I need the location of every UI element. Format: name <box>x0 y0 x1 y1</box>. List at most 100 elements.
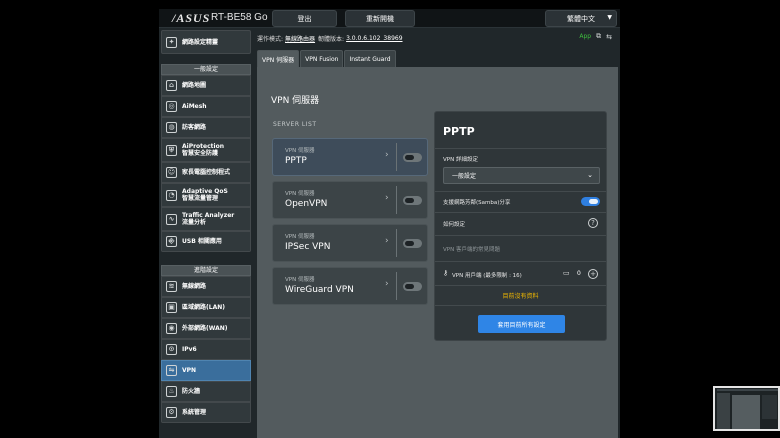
chart-icon: ∿ <box>166 213 177 225</box>
divider <box>435 148 606 149</box>
language-select[interactable]: 繁體中文 ▼ <box>545 10 617 27</box>
sidebar-item-traffic-analyzer[interactable]: ∿ Traffic Analyzer 流量分析 <box>161 207 251 231</box>
sidebar-item-label: 訪客網路 <box>182 124 207 131</box>
page-title: VPN 伺服器 <box>271 96 320 106</box>
sidebar-item-guest-network[interactable]: ◍ 訪客網路 <box>161 117 251 138</box>
sidebar: ✦ 網路設定精靈 一般設定 ⌂ 網路地圖 ◎ AiMesh ◍ 訪客網路 ⛨ A… <box>161 30 251 423</box>
sidebar-item-label: 外部網路(WAN) <box>182 325 228 332</box>
server-card-name: OpenVPN <box>285 199 328 209</box>
divider <box>435 285 606 286</box>
tab-vpn-fusion[interactable]: VPN Fusion <box>300 50 344 67</box>
server-card-ipsec[interactable]: VPN 伺服器 IPSec VPN › <box>272 224 428 262</box>
app-link[interactable]: App <box>579 33 591 40</box>
family-icon: ☺ <box>166 167 177 178</box>
wifi-icon: ≋ <box>166 281 177 292</box>
sidebar-item-wan[interactable]: ◉ 外部網路(WAN) <box>161 318 251 339</box>
samba-label: 支援網路芳鄰(Samba)分享 <box>443 200 511 206</box>
server-card-caption: VPN 伺服器 <box>285 277 315 283</box>
divider <box>435 305 606 306</box>
sidebar-item-lan[interactable]: ▣ 區域網路(LAN) <box>161 297 251 318</box>
sidebar-item-label: 網路設定精靈 <box>182 38 219 46</box>
mode-link[interactable]: 無線路由器 <box>285 34 315 43</box>
sidebar-item-aiprotection[interactable]: ⛨ AiProtection 智慧安全防護 <box>161 138 251 162</box>
server-card-openvpn[interactable]: VPN 伺服器 OpenVPN › <box>272 181 428 219</box>
chevron-down-icon: ▼ <box>607 14 612 21</box>
openvpn-toggle[interactable] <box>403 196 422 205</box>
screenshot-thumbnail[interactable] <box>713 386 780 431</box>
thumbnail-panel <box>762 395 777 419</box>
pptp-toggle[interactable] <box>403 153 422 162</box>
divider <box>396 272 397 300</box>
sidebar-item-usb[interactable]: ⎆ USB 相關應用 <box>161 231 251 252</box>
usb-status-icon[interactable]: ⇆ <box>606 33 612 41</box>
sidebar-item-label: 無線網路 <box>182 283 207 290</box>
logout-button[interactable]: 登出 <box>272 10 337 27</box>
ipsec-toggle[interactable] <box>403 239 422 248</box>
sidebar-item-firewall[interactable]: ♨ 防火牆 <box>161 381 251 402</box>
sidebar-item-parental-control[interactable]: ☺ 家長電腦控制程式 <box>161 162 251 183</box>
vpn-icon: ⇋ <box>166 365 177 376</box>
main-content: VPN 伺服器 SERVER LIST VPN 伺服器 PPTP › VPN 伺… <box>257 67 618 438</box>
server-card-name: WireGuard VPN <box>285 285 354 295</box>
server-card-pptp[interactable]: VPN 伺服器 PPTP › <box>272 138 428 176</box>
chevron-right-icon: › <box>385 279 389 289</box>
sidebar-item-wireless[interactable]: ≋ 無線網路 <box>161 276 251 297</box>
key-icon: ⚷ <box>443 269 449 277</box>
firewall-icon: ♨ <box>166 386 177 397</box>
thumbnail-topbar <box>717 389 778 391</box>
server-card-wireguard[interactable]: VPN 伺服器 WireGuard VPN › <box>272 267 428 305</box>
client-faq-link[interactable]: VPN 客戶端的常見問題 <box>443 245 500 253</box>
top-bar: /ASUS RT-BE58 Go 登出 重新開機 繁體中文 ▼ <box>159 9 620 28</box>
vpn-detail-select[interactable]: 一般設定 ⌄ <box>443 167 600 184</box>
pptp-settings-panel: PPTP VPN 詳細設定 一般設定 ⌄ 支援網路芳鄰(Samba)分享 如何設… <box>434 111 607 341</box>
server-card-caption: VPN 伺服器 <box>285 191 315 197</box>
tab-instant-guard[interactable]: Instant Guard <box>344 50 396 67</box>
sidebar-item-aimesh[interactable]: ◎ AiMesh <box>161 96 251 117</box>
sidebar-item-label: Adaptive QoS 智慧流量管理 <box>182 188 228 202</box>
sidebar-item-adaptive-qos[interactable]: ◔ Adaptive QoS 智慧流量管理 <box>161 183 251 207</box>
mesh-icon: ◎ <box>166 101 177 112</box>
copy-icon[interactable]: ⧉ <box>596 32 601 41</box>
server-card-name: IPSec VPN <box>285 242 331 252</box>
sidebar-item-ipv6[interactable]: ⊙ IPv6 <box>161 339 251 360</box>
thumbnail-sidebar <box>717 393 730 429</box>
lan-icon: ▣ <box>166 302 177 313</box>
chevron-right-icon: › <box>385 236 389 246</box>
divider <box>435 261 606 262</box>
general-settings-group: 一般設定 ⌂ 網路地圖 ◎ AiMesh ◍ 訪客網路 ⛨ AiProtecti… <box>161 60 251 252</box>
tab-bar: VPN 伺服器 VPN Fusion Instant Guard <box>257 50 396 67</box>
sidebar-item-label: AiProtection 智慧安全防護 <box>182 143 224 157</box>
sidebar-item-vpn[interactable]: ⇋ VPN <box>161 360 251 381</box>
apply-all-settings-button[interactable]: 套用目前所有設定 <box>478 315 565 333</box>
divider <box>435 235 606 236</box>
firmware-label: 韌體版本: <box>318 35 345 43</box>
samba-toggle[interactable] <box>581 197 600 206</box>
model-name: RT-BE58 Go <box>211 12 268 23</box>
globe-icon: ◍ <box>166 122 177 133</box>
reboot-button[interactable]: 重新開機 <box>345 10 415 27</box>
divider <box>396 143 397 171</box>
sidebar-item-label: 家長電腦控制程式 <box>182 169 231 176</box>
add-user-button[interactable]: + <box>588 269 598 279</box>
sidebar-item-label: USB 相關應用 <box>182 238 222 245</box>
wireguard-toggle[interactable] <box>403 282 422 291</box>
panel-title: PPTP <box>443 125 475 138</box>
help-icon[interactable]: ? <box>588 218 598 228</box>
server-card-name: PPTP <box>285 156 307 166</box>
howto-label: 如何設定 <box>443 222 466 228</box>
firmware-link[interactable]: 3.0.0.6.102_38969 <box>346 35 402 42</box>
sidebar-item-label: 區域網路(LAN) <box>182 304 225 311</box>
divider <box>396 186 397 214</box>
tab-vpn-server[interactable]: VPN 伺服器 <box>257 50 300 67</box>
shield-icon: ⛨ <box>166 144 177 156</box>
ipv6-icon: ⊙ <box>166 344 177 355</box>
sidebar-item-wizard[interactable]: ✦ 網路設定精靈 <box>161 30 251 54</box>
status-info-bar: 運作模式: 無線路由器 韌體版本: 3.0.0.6.102_38969 App … <box>257 31 620 45</box>
asus-logo: /ASUS <box>172 11 211 25</box>
sidebar-item-network-map[interactable]: ⌂ 網路地圖 <box>161 75 251 96</box>
sidebar-item-administration[interactable]: ⚙ 系統管理 <box>161 402 251 423</box>
chevron-right-icon: › <box>385 193 389 203</box>
chevron-down-icon: ⌄ <box>587 171 593 179</box>
advanced-settings-group: 進階設定 ≋ 無線網路 ▣ 區域網路(LAN) ◉ 外部網路(WAN) ⊙ IP… <box>161 261 251 423</box>
general-settings-header: 一般設定 <box>161 64 251 75</box>
